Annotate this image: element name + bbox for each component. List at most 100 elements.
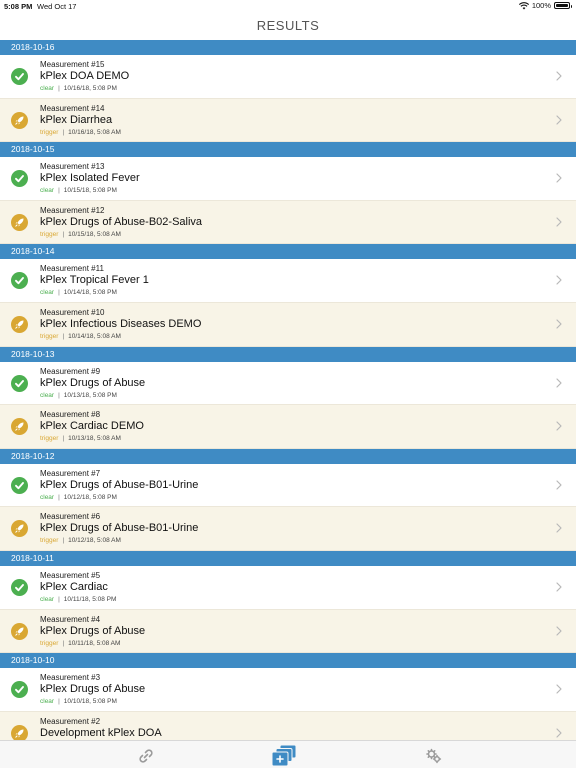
- tab-results[interactable]: [269, 744, 299, 768]
- chevron-right-icon: [554, 273, 564, 287]
- chevron-right-icon: [554, 419, 564, 433]
- rocket-icon: [11, 111, 28, 129]
- status-label: clear: [40, 493, 55, 501]
- measurement-number: Measurement #14: [40, 103, 105, 113]
- measurement-number: Measurement #13: [40, 162, 105, 172]
- test-name: kPlex Isolated Fever: [40, 172, 140, 185]
- chevron-right-icon: [554, 521, 564, 535]
- row-meta: trigger | 10/16/18, 5:08 AM: [40, 129, 121, 136]
- status-label: clear: [40, 391, 55, 399]
- row-meta: trigger | 10/14/18, 5:08 AM: [40, 333, 121, 340]
- timestamp: 10/12/18, 5:08 AM: [68, 537, 121, 545]
- measurement-number: Measurement #6: [40, 512, 101, 522]
- results-stack-icon: [271, 744, 297, 767]
- status-label: clear: [40, 289, 55, 297]
- check-icon: [11, 170, 28, 188]
- measurement-row[interactable]: Measurement #9 kPlex Drugs of Abuse clear |…: [0, 361, 576, 406]
- status-label: trigger: [40, 639, 59, 647]
- measurement-row[interactable]: Measurement #5 kPlex Cardiac clear | 10/11/1…: [0, 565, 576, 610]
- timestamp: 10/11/18, 5:08 AM: [68, 639, 121, 647]
- measurement-row[interactable]: Measurement #6 kPlex Drugs of Abuse-B01-U…: [0, 507, 576, 551]
- timestamp: 10/11/18, 5:08 PM: [63, 595, 117, 603]
- test-name: Development kPlex DOA: [40, 726, 162, 739]
- timestamp: 10/12/18, 5:08 PM: [63, 493, 117, 501]
- measurement-row[interactable]: Measurement #7 kPlex Drugs of Abuse-B01-U…: [0, 463, 576, 508]
- section-header: 2018-10-15: [0, 142, 576, 158]
- row-meta: clear | 10/15/18, 5:08 PM: [40, 187, 117, 194]
- chevron-right-icon: [554, 624, 564, 638]
- status-label: clear: [40, 85, 55, 92]
- separator: |: [62, 537, 65, 545]
- page-title: RESULTS: [256, 18, 320, 33]
- battery-percent: 100%: [531, 1, 551, 10]
- row-meta: trigger | 10/11/18, 5:08 AM: [40, 640, 120, 647]
- link-icon: [139, 749, 153, 763]
- section-header: 2018-10-14: [0, 244, 576, 260]
- chevron-right-icon: [554, 69, 564, 83]
- test-name: kPlex Tropical Fever 1: [40, 274, 149, 287]
- measurement-row[interactable]: Measurement #3 kPlex Drugs of Abuse clear |…: [0, 668, 576, 712]
- chevron-right-icon: [554, 215, 564, 229]
- measurement-row[interactable]: Measurement #13 kPlex Isolated Fever clear…: [0, 157, 576, 201]
- battery-icon: [554, 2, 572, 9]
- test-name: kPlex DOA DEMO: [40, 70, 130, 82]
- test-name: kPlex Cardiac DEMO: [40, 420, 144, 433]
- separator: |: [62, 435, 65, 443]
- row-meta: clear | 10/16/18, 5:08 PM: [40, 85, 117, 92]
- chevron-right-icon: [554, 580, 564, 594]
- status-right: 100%: [518, 1, 572, 10]
- measurement-number: Measurement #10: [40, 307, 105, 317]
- test-name: kPlex Cardiac: [40, 580, 108, 593]
- measurement-row[interactable]: Measurement #12 kPlex Drugs of Abuse-B02-…: [0, 200, 576, 245]
- chevron-right-icon: [554, 726, 564, 740]
- status-label: trigger: [40, 537, 59, 545]
- row-meta: clear | 10/12/18, 5:08 PM: [40, 494, 117, 501]
- chevron-right-icon: [554, 317, 564, 331]
- check-icon: [11, 68, 28, 85]
- measurement-row[interactable]: Measurement #4 kPlex Drugs of Abuse trigge…: [0, 609, 576, 654]
- timestamp: 10/15/18, 5:08 AM: [68, 230, 121, 238]
- status-label: clear: [40, 698, 55, 706]
- rocket-icon: [11, 520, 28, 538]
- separator: |: [58, 187, 60, 195]
- separator: |: [58, 595, 60, 603]
- status-label: trigger: [40, 230, 59, 238]
- check-icon: [11, 681, 28, 699]
- rocket-icon: [11, 622, 28, 640]
- section-header: 2018-10-12: [0, 448, 576, 464]
- separator: |: [62, 332, 65, 340]
- status-label: clear: [40, 595, 55, 603]
- measurement-row[interactable]: Measurement #10 kPlex Infectious Diseases…: [0, 302, 576, 347]
- separator: |: [62, 639, 65, 647]
- status-date: Wed Oct 17: [37, 2, 77, 11]
- measurement-number: Measurement #12: [40, 205, 105, 215]
- test-name: kPlex Drugs of Abuse-B01-Urine: [40, 522, 199, 535]
- measurement-row[interactable]: Measurement #2 Development kPlex DOA: [0, 711, 576, 740]
- tab-bar: [0, 740, 576, 768]
- check-icon: [11, 374, 28, 392]
- chevron-right-icon: [554, 171, 564, 185]
- measurement-row[interactable]: Measurement #15 kPlex DOA DEMO clear | 10/16…: [0, 55, 576, 99]
- measurement-number: Measurement #8: [40, 410, 101, 420]
- status-label: clear: [40, 187, 55, 195]
- measurement-number: Measurement #2: [40, 716, 101, 726]
- separator: |: [62, 128, 65, 136]
- section-header: 2018-10-10: [0, 653, 576, 669]
- measurement-row[interactable]: Measurement #8 kPlex Cardiac DEMO trigger |…: [0, 405, 576, 449]
- measurement-row[interactable]: Measurement #14 kPlex Diarrhea trigger | 10/…: [0, 98, 576, 143]
- rocket-icon: [11, 418, 28, 436]
- test-name: kPlex Drugs of Abuse: [40, 376, 146, 389]
- chevron-right-icon: [554, 113, 564, 127]
- tab-settings[interactable]: [419, 744, 449, 768]
- timestamp: 10/16/18, 5:08 AM: [68, 128, 121, 136]
- measurement-row[interactable]: Measurement #11 kPlex Tropical Fever 1 cle…: [0, 259, 576, 303]
- results-list[interactable]: 2018-10-16 Measurement #15 kPlex DOA DEMO c…: [0, 40, 576, 740]
- measurement-number: Measurement #9: [40, 366, 101, 376]
- timestamp: 10/14/18, 5:08 AM: [68, 332, 121, 340]
- section-header: 2018-10-16: [0, 40, 576, 55]
- status-label: trigger: [40, 128, 59, 136]
- row-meta: trigger | 10/13/18, 5:08 AM: [40, 435, 121, 442]
- tab-link[interactable]: [131, 744, 161, 768]
- status-time: 5:08 PM: [4, 2, 33, 11]
- measurement-number: Measurement #5: [40, 570, 101, 580]
